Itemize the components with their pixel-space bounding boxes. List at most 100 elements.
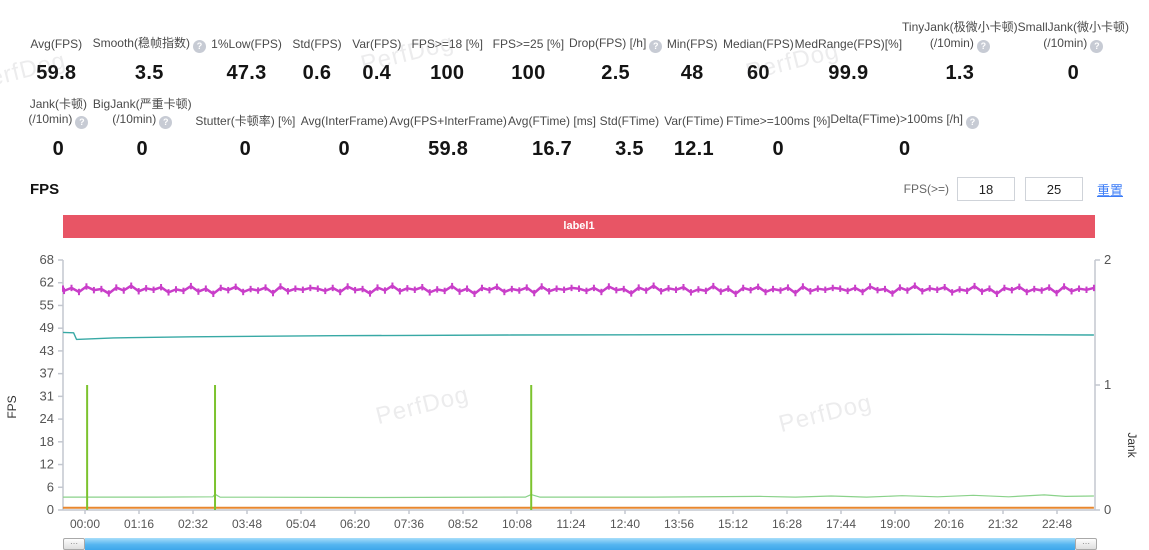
metric-value: 48	[680, 61, 704, 84]
svg-text:6: 6	[47, 479, 54, 494]
metric-label: Avg(FTime) [ms]	[508, 113, 597, 128]
scrollbar-track[interactable]	[85, 538, 1075, 550]
svg-text:08:52: 08:52	[448, 517, 478, 531]
svg-text:21:32: 21:32	[988, 517, 1018, 531]
metric-cell: MedRange(FPS)[%] 99.9	[795, 23, 902, 85]
help-icon[interactable]	[649, 39, 663, 53]
help-icon[interactable]	[966, 116, 979, 130]
help-icon[interactable]	[976, 39, 990, 53]
metric-label: Var(FTime)	[664, 113, 724, 128]
metric-value: 0	[136, 138, 148, 161]
metric-cell: Delta(FTime)>100ms [/h] 0	[830, 99, 979, 161]
metric-value: 3.5	[134, 61, 164, 84]
metric-value: 0	[52, 138, 65, 161]
svg-text:55: 55	[40, 298, 54, 313]
metric-cell: Var(FPS) 0.4	[347, 23, 407, 85]
section-title: FPS	[30, 180, 60, 198]
metric-label: Median(FPS)	[723, 37, 794, 51]
metric-label: Avg(FPS+InterFrame)	[389, 113, 507, 128]
metric-cell: Avg(FTime) [ms] 16.7	[507, 99, 597, 161]
metric-value: 59.8	[36, 61, 77, 84]
metric-value: 0.4	[362, 61, 392, 84]
metric-value: 100	[511, 61, 546, 84]
grip-icon: ⋯	[1082, 539, 1090, 549]
fps-section-header: FPS FPS(>=) 重置	[0, 161, 1149, 202]
help-icon[interactable]	[1090, 39, 1104, 53]
svg-text:13:56: 13:56	[664, 517, 694, 531]
metric-cell: Stutter(卡顿率) [%] 0	[192, 99, 299, 161]
svg-text:05:04: 05:04	[286, 517, 316, 531]
series-label-banner[interactable]: label1	[63, 215, 1095, 239]
metric-label: FPS>=25 [%]	[492, 37, 565, 51]
metric-cell: Var(FTime) 12.1	[662, 99, 726, 161]
metric-value: 2.5	[601, 61, 630, 84]
svg-text:12: 12	[40, 457, 54, 472]
metric-value: 0.6	[302, 61, 332, 84]
metric-value: 1.3	[945, 61, 975, 84]
metric-value: 12.1	[673, 138, 714, 161]
scrollbar-left-handle[interactable]: ⋯	[63, 538, 85, 550]
metric-value: 99.9	[828, 61, 869, 84]
svg-text:11:24: 11:24	[556, 517, 585, 531]
help-icon[interactable]	[75, 116, 89, 130]
metric-label: Var(FPS)	[352, 37, 402, 51]
metrics-row-2: Jank(卡顿)(/10min)0BigJank(严重卡顿)(/10min)0S…	[0, 85, 1149, 162]
scrollbar-right-handle[interactable]: ⋯	[1075, 538, 1097, 550]
svg-text:2: 2	[1104, 252, 1111, 267]
metric-cell: FPS>=25 [%] 100	[488, 23, 569, 85]
metric-cell: Drop(FPS) [/h] 2.5	[569, 23, 663, 85]
svg-text:43: 43	[40, 343, 54, 358]
metric-label: MedRange(FPS)[%]	[794, 37, 903, 51]
metric-label: SmallJank(微小卡顿) (/10min)	[1018, 20, 1129, 53]
svg-text:19:00: 19:00	[880, 517, 910, 531]
svg-text:03:48: 03:48	[232, 517, 262, 531]
metric-cell: Avg(FPS) 59.8	[20, 23, 93, 85]
metric-label: FTime>=100ms [%]	[726, 113, 831, 128]
metric-cell: TinyJank(极微小卡顿)(/10min) 1.3	[902, 20, 1018, 85]
svg-text:10:08: 10:08	[502, 517, 532, 531]
help-icon[interactable]	[192, 39, 206, 53]
svg-text:02:32: 02:32	[178, 517, 208, 531]
fps-max-input[interactable]	[1024, 177, 1083, 202]
metric-value: 47.3	[226, 61, 267, 84]
help-icon[interactable]	[159, 116, 173, 130]
metric-label: 1%Low(FPS)	[211, 37, 282, 51]
metric-label: BigJank(严重卡顿) (/10min)	[93, 97, 192, 130]
metric-cell: SmallJank(微小卡顿)(/10min) 0	[1018, 20, 1129, 85]
metric-value: 100	[430, 61, 465, 84]
svg-text:20:16: 20:16	[934, 517, 964, 531]
svg-text:0: 0	[1104, 502, 1111, 517]
metric-label: Stutter(卡顿率) [%]	[195, 113, 296, 128]
svg-text:FPS: FPS	[5, 396, 19, 419]
timeline-scrollbar[interactable]: ⋯ ⋯	[63, 538, 1097, 550]
svg-text:37: 37	[40, 366, 54, 381]
metric-label: Std(FPS)	[292, 37, 342, 51]
metric-label: Smooth(稳帧指数)	[93, 23, 206, 53]
chart-container: 0 6 12 18 24 31 37 43 49 55 62 68 0 1 2 00:00 01:16 02:32…	[0, 240, 1149, 537]
fps-min-input[interactable]	[956, 177, 1015, 202]
metric-label: TinyJank(极微小卡顿) (/10min)	[902, 20, 1018, 53]
svg-text:06:20: 06:20	[340, 517, 370, 531]
metric-label: Delta(FTime)>100ms [/h]	[830, 99, 979, 130]
svg-text:16:28: 16:28	[772, 517, 802, 531]
fps-jank-chart[interactable]: 061218243137434955626801200:00 01:16 02:32…	[0, 240, 1149, 532]
svg-text:00:00: 00:00	[70, 517, 100, 531]
metric-cell: Std(FTime) 3.5	[597, 99, 661, 161]
metric-cell: Jank(卡顿)(/10min) 0	[24, 97, 93, 162]
reset-link[interactable]: 重置	[1097, 180, 1123, 199]
metric-value: 3.5	[615, 138, 644, 161]
metric-label: FPS>=18 [%]	[411, 37, 483, 51]
metric-cell: Median(FPS) 60	[722, 23, 795, 85]
grip-icon: ⋯	[70, 539, 78, 549]
metric-cell: Std(FPS) 0.6	[287, 23, 347, 85]
svg-text:1: 1	[1104, 377, 1111, 392]
metric-value: 0	[239, 138, 252, 161]
metric-label: Drop(FPS) [/h]	[569, 23, 663, 53]
metric-value: 60	[746, 61, 770, 84]
svg-text:17:44: 17:44	[826, 517, 856, 531]
metric-label: Std(FTime)	[599, 113, 660, 128]
metric-value: 0	[772, 138, 784, 161]
metric-value: 0	[338, 138, 350, 161]
svg-text:18: 18	[40, 434, 54, 449]
svg-text:0: 0	[47, 502, 54, 517]
